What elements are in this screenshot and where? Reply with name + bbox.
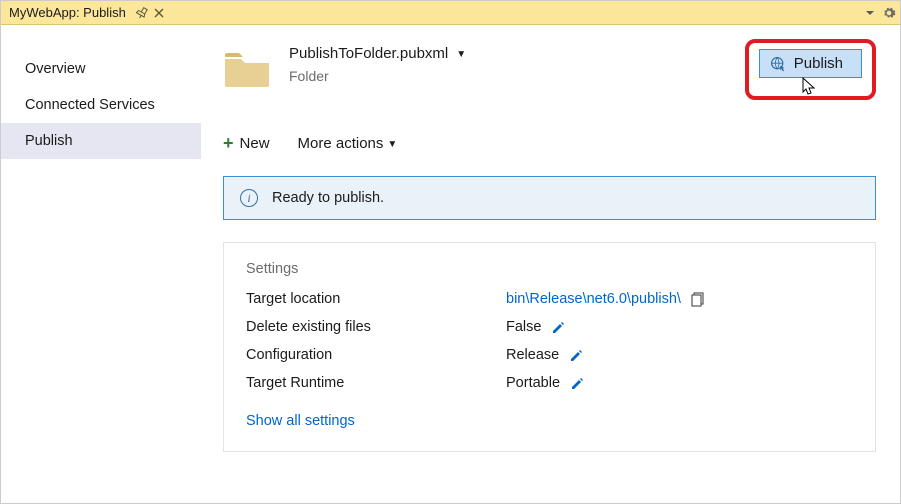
folder-icon [223, 49, 271, 89]
edit-icon[interactable] [569, 348, 584, 363]
show-all-settings-link[interactable]: Show all settings [246, 413, 853, 429]
setting-value-delete-existing: False [506, 319, 541, 335]
setting-label-configuration: Configuration [246, 347, 506, 363]
status-banner: i Ready to publish. [223, 176, 876, 220]
publish-panel: PublishToFolder.pubxml ▼ Folder Publish [201, 25, 900, 503]
pin-icon[interactable] [136, 6, 150, 20]
more-actions-label: More actions [298, 135, 384, 152]
sidebar-item-connected-services[interactable]: Connected Services [1, 87, 201, 123]
close-tab-icon[interactable] [152, 6, 166, 20]
window-title: MyWebApp: Publish [9, 5, 126, 20]
edit-icon[interactable] [551, 320, 566, 335]
publish-button-highlight: Publish [745, 39, 876, 100]
setting-label-target-location: Target location [246, 291, 506, 307]
setting-label-target-runtime: Target Runtime [246, 375, 506, 391]
sidebar: Overview Connected Services Publish [1, 25, 201, 503]
publish-globe-icon [770, 56, 786, 72]
more-actions-button[interactable]: More actions ▼ [298, 135, 398, 152]
setting-value-target-location[interactable]: bin\Release\net6.0\publish\ [506, 291, 681, 307]
settings-heading: Settings [246, 261, 853, 277]
publish-button[interactable]: Publish [759, 49, 862, 78]
sidebar-item-overview[interactable]: Overview [1, 51, 201, 87]
edit-icon[interactable] [570, 376, 585, 391]
profile-dropdown-icon[interactable]: ▼ [456, 49, 466, 60]
info-icon: i [240, 189, 258, 207]
status-message: Ready to publish. [272, 190, 384, 206]
setting-value-target-runtime: Portable [506, 375, 560, 391]
window-menu-icon[interactable] [864, 7, 876, 19]
setting-label-delete-existing: Delete existing files [246, 319, 506, 335]
title-bar: MyWebApp: Publish [1, 1, 900, 25]
profile-subtitle: Folder [289, 68, 466, 84]
publish-button-label: Publish [794, 55, 843, 72]
chevron-down-icon: ▼ [387, 139, 397, 150]
copy-icon[interactable] [691, 292, 706, 307]
new-label: New [240, 135, 270, 152]
gear-icon[interactable] [882, 6, 896, 20]
plus-icon: + [223, 134, 234, 152]
setting-value-configuration: Release [506, 347, 559, 363]
profile-name: PublishToFolder.pubxml [289, 45, 448, 62]
sidebar-item-publish[interactable]: Publish [1, 123, 201, 159]
new-profile-button[interactable]: + New [223, 134, 270, 152]
settings-card: Settings Target location bin\Release\net… [223, 242, 876, 452]
